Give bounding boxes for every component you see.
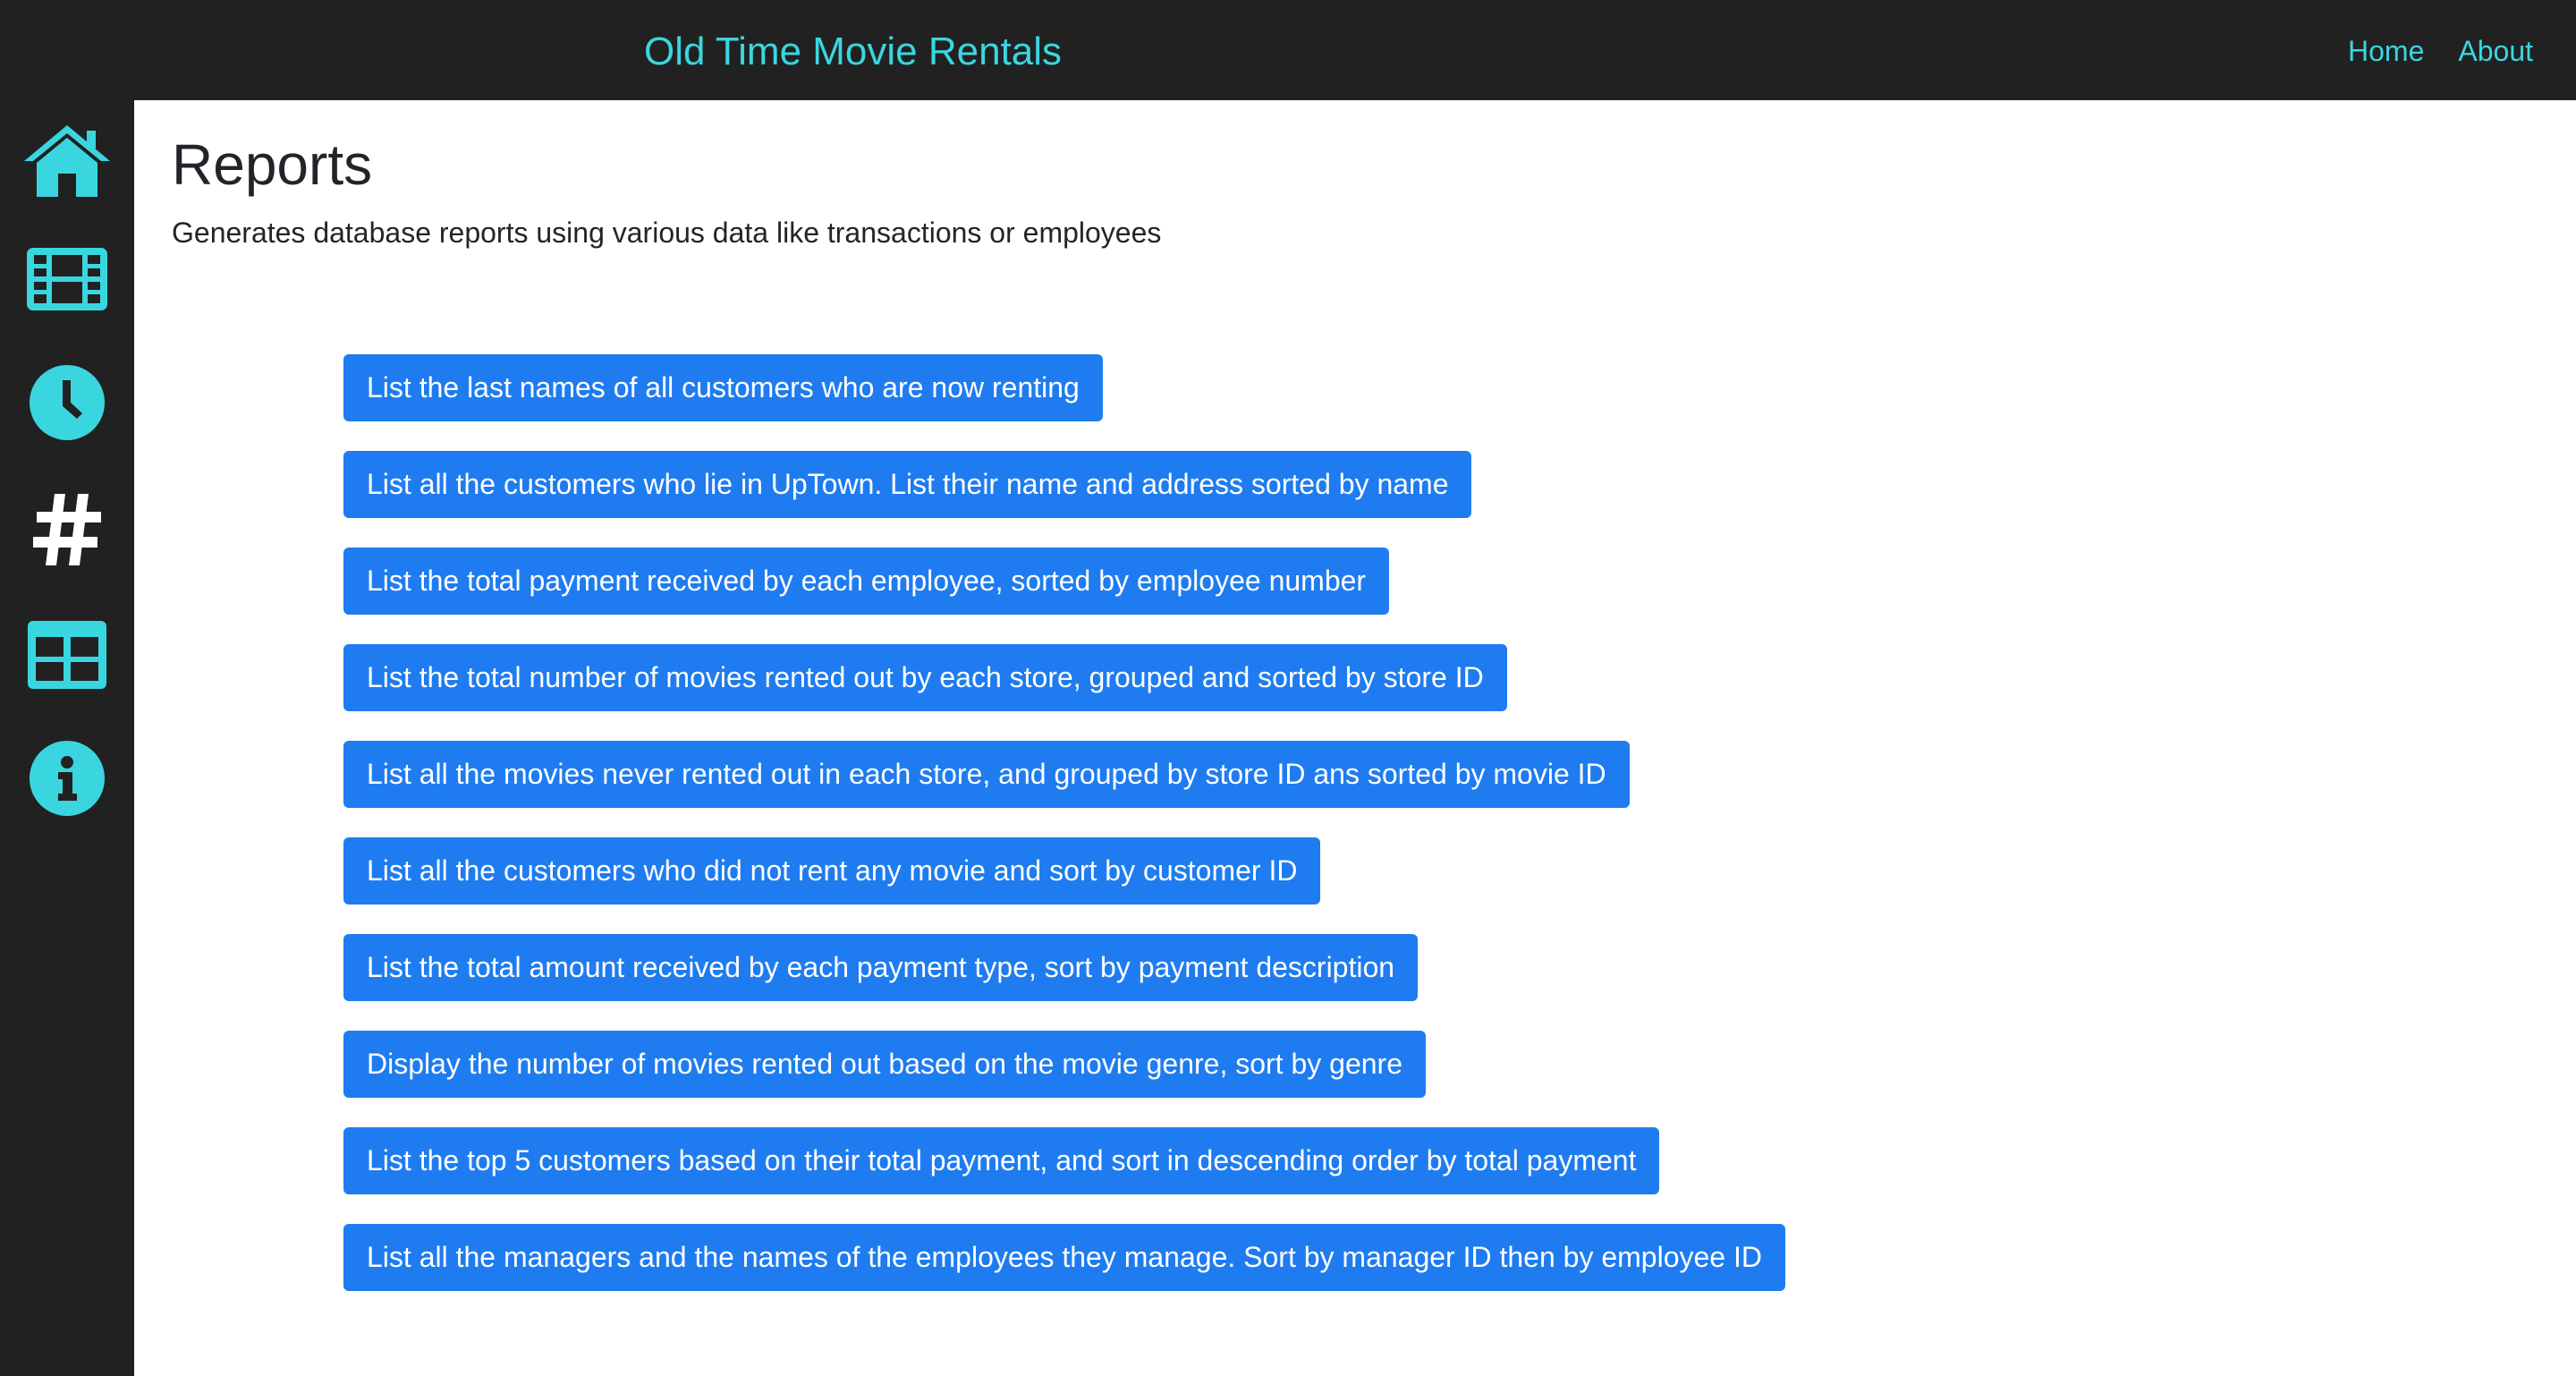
- top-nav-links: Home About: [2348, 30, 2533, 72]
- page-description: Generates database reports using various…: [172, 217, 1162, 249]
- report-button-payment-by-employee[interactable]: List the total payment received by each …: [343, 548, 1390, 615]
- report-button-renting-customers[interactable]: List the last names of all customers who…: [343, 354, 1103, 421]
- sidebar-item-history[interactable]: [22, 358, 112, 447]
- sidebar: [0, 100, 134, 1376]
- film-icon: [27, 248, 107, 310]
- report-button-managers-employees[interactable]: List all the managers and the names of t…: [343, 1224, 1785, 1291]
- hashtag-icon: [33, 494, 101, 565]
- main-content: Reports Generates database reports using…: [134, 100, 2576, 1376]
- report-button-non-renting-customers[interactable]: List all the customers who did not rent …: [343, 837, 1321, 905]
- top-navbar: Old Time Movie Rentals Home About: [0, 0, 2576, 100]
- sidebar-item-about[interactable]: [22, 734, 112, 823]
- report-button-amount-by-payment-type[interactable]: List the total amount received by each p…: [343, 934, 1419, 1001]
- sidebar-item-reports[interactable]: [22, 610, 112, 700]
- clock-icon: [30, 365, 105, 440]
- nav-about-link[interactable]: About: [2458, 30, 2533, 72]
- report-button-top-customers[interactable]: List the top 5 customers based on their …: [343, 1127, 1660, 1194]
- report-button-rentals-by-store[interactable]: List the total number of movies rented o…: [343, 644, 1507, 711]
- home-icon: [24, 125, 110, 197]
- report-button-never-rented-movies[interactable]: List all the movies never rented out in …: [343, 741, 1630, 808]
- page-title: Reports: [172, 132, 373, 197]
- report-button-uptown-customers[interactable]: List all the customers who lie in UpTown…: [343, 451, 1472, 518]
- report-button-list: List the last names of all customers who…: [343, 354, 1785, 1321]
- table-icon: [28, 621, 106, 689]
- sidebar-item-home[interactable]: [22, 116, 112, 206]
- sidebar-item-movies[interactable]: [22, 234, 112, 324]
- brand-title[interactable]: Old Time Movie Rentals: [644, 27, 1062, 77]
- nav-home-link[interactable]: Home: [2348, 30, 2424, 72]
- sidebar-item-counts[interactable]: [22, 485, 112, 574]
- info-icon: [30, 741, 105, 816]
- report-button-rentals-by-genre[interactable]: Display the number of movies rented out …: [343, 1031, 1426, 1098]
